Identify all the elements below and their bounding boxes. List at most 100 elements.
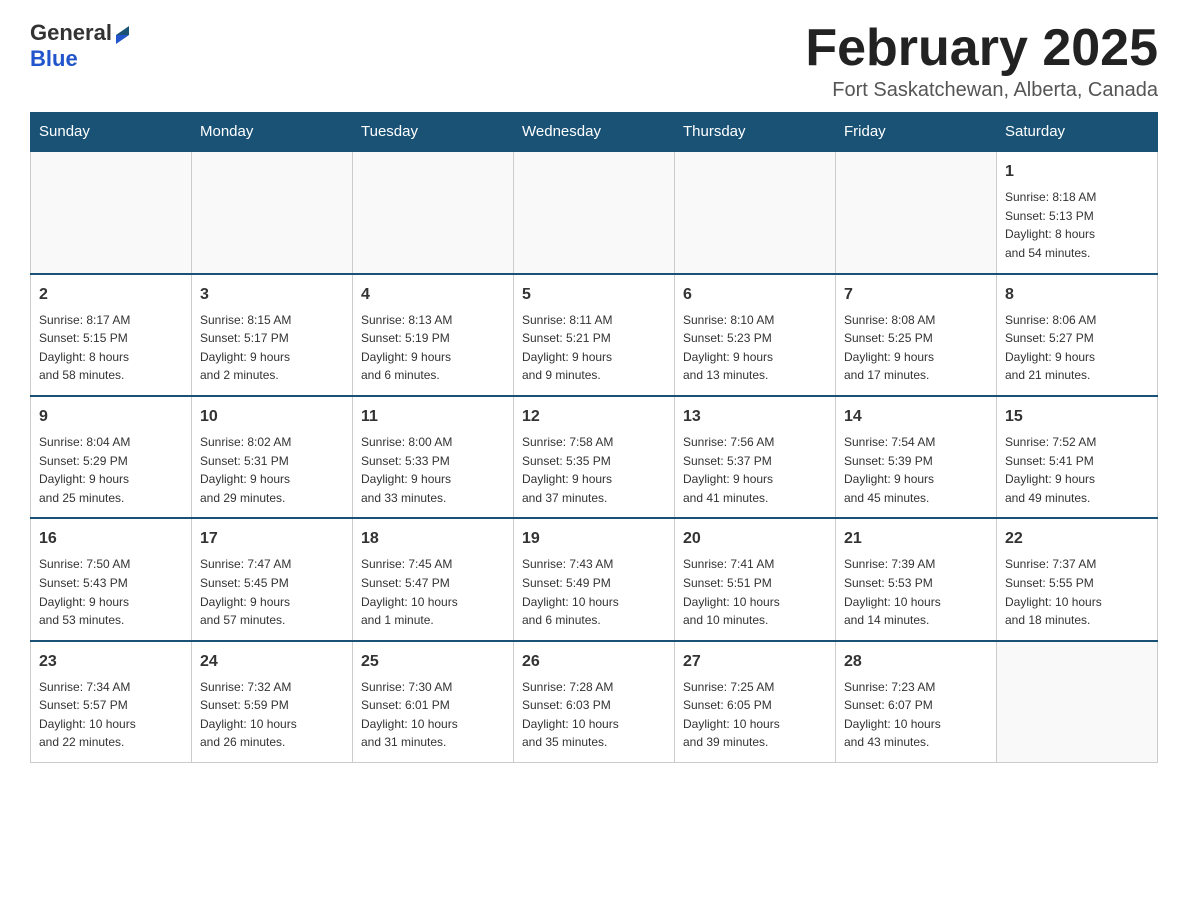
day-info: Sunrise: 7:34 AM Sunset: 5:57 PM Dayligh…: [39, 678, 183, 752]
day-number: 4: [361, 283, 505, 307]
calendar-cell: 10 Sunrise: 8:02 AM Sunset: 5:31 PM Dayli…: [192, 396, 353, 518]
day-info: Sunrise: 8:10 AM Sunset: 5:23 PM Dayligh…: [683, 311, 827, 385]
day-info: Sunrise: 7:50 AM Sunset: 5:43 PM Dayligh…: [39, 555, 183, 629]
day-number: 27: [683, 650, 827, 674]
day-info: Sunrise: 7:39 AM Sunset: 5:53 PM Dayligh…: [844, 555, 988, 629]
day-info: Sunrise: 8:18 AM Sunset: 5:13 PM Dayligh…: [1005, 188, 1149, 262]
calendar-cell: 18Sunrise: 7:45 AM Sunset: 5:47 PM Dayli…: [353, 518, 514, 640]
calendar-cell: [192, 151, 353, 273]
calendar-cell: 13 Sunrise: 7:56 AM Sunset: 5:37 PM Dayli…: [675, 396, 836, 518]
calendar-cell: 15 Sunrise: 7:52 AM Sunset: 5:41 PM Dayli…: [997, 396, 1158, 518]
month-title: February 2025: [805, 20, 1158, 77]
day-info: Sunrise: 8:15 AM Sunset: 5:17 PM Dayligh…: [200, 311, 344, 385]
day-info: Sunrise: 7:56 AM Sunset: 5:37 PM Dayligh…: [683, 433, 827, 507]
week-row-1: 1 Sunrise: 8:18 AM Sunset: 5:13 PM Daylig…: [31, 151, 1158, 273]
day-number: 24: [200, 650, 344, 674]
weekday-header-sunday: Sunday: [31, 113, 192, 152]
day-number: 10: [200, 405, 344, 429]
calendar-cell: 19 Sunrise: 7:43 AM Sunset: 5:49 PM Dayli…: [514, 518, 675, 640]
week-row-2: 2 Sunrise: 8:17 AM Sunset: 5:15 PM Daylig…: [31, 274, 1158, 396]
calendar-cell: [836, 151, 997, 273]
day-info: Sunrise: 8:13 AM Sunset: 5:19 PM Dayligh…: [361, 311, 505, 385]
day-number: 15: [1005, 405, 1149, 429]
day-info: Sunrise: 8:04 AM Sunset: 5:29 PM Dayligh…: [39, 433, 183, 507]
day-number: 20: [683, 527, 827, 551]
day-number: 23: [39, 650, 183, 674]
day-info: Sunrise: 8:17 AM Sunset: 5:15 PM Dayligh…: [39, 311, 183, 385]
calendar-body: 1 Sunrise: 8:18 AM Sunset: 5:13 PM Daylig…: [31, 151, 1158, 762]
page-header: General Blue February 2025 Fort Saskatch…: [30, 20, 1158, 102]
weekday-header-tuesday: Tuesday: [353, 113, 514, 152]
day-info: Sunrise: 7:54 AM Sunset: 5:39 PM Dayligh…: [844, 433, 988, 507]
day-number: 14: [844, 405, 988, 429]
calendar-cell: 28Sunrise: 7:23 AM Sunset: 6:07 PM Dayli…: [836, 641, 997, 763]
calendar-cell: [31, 151, 192, 273]
day-number: 1: [1005, 160, 1149, 184]
weekday-header-thursday: Thursday: [675, 113, 836, 152]
calendar-cell: 8 Sunrise: 8:06 AM Sunset: 5:27 PM Daylig…: [997, 274, 1158, 396]
day-info: Sunrise: 7:32 AM Sunset: 5:59 PM Dayligh…: [200, 678, 344, 752]
day-info: Sunrise: 8:02 AM Sunset: 5:31 PM Dayligh…: [200, 433, 344, 507]
week-row-5: 23 Sunrise: 7:34 AM Sunset: 5:57 PM Dayli…: [31, 641, 1158, 763]
calendar-cell: 2 Sunrise: 8:17 AM Sunset: 5:15 PM Daylig…: [31, 274, 192, 396]
day-info: Sunrise: 8:00 AM Sunset: 5:33 PM Dayligh…: [361, 433, 505, 507]
calendar-cell: 23 Sunrise: 7:34 AM Sunset: 5:57 PM Dayli…: [31, 641, 192, 763]
title-block: February 2025 Fort Saskatchewan, Alberta…: [805, 20, 1158, 102]
calendar-cell: 24 Sunrise: 7:32 AM Sunset: 5:59 PM Dayli…: [192, 641, 353, 763]
day-info: Sunrise: 8:11 AM Sunset: 5:21 PM Dayligh…: [522, 311, 666, 385]
location-text: Fort Saskatchewan, Alberta, Canada: [805, 79, 1158, 102]
day-number: 6: [683, 283, 827, 307]
calendar-cell: 4 Sunrise: 8:13 AM Sunset: 5:19 PM Daylig…: [353, 274, 514, 396]
calendar-cell: 5 Sunrise: 8:11 AM Sunset: 5:21 PM Daylig…: [514, 274, 675, 396]
day-number: 16: [39, 527, 183, 551]
day-number: 12: [522, 405, 666, 429]
logo-blue-text: Blue: [30, 46, 78, 72]
day-number: 21: [844, 527, 988, 551]
day-number: 25: [361, 650, 505, 674]
calendar-cell: 6 Sunrise: 8:10 AM Sunset: 5:23 PM Daylig…: [675, 274, 836, 396]
day-info: Sunrise: 7:43 AM Sunset: 5:49 PM Dayligh…: [522, 555, 666, 629]
calendar-table: SundayMondayTuesdayWednesdayThursdayFrid…: [30, 112, 1158, 763]
calendar-cell: 11Sunrise: 8:00 AM Sunset: 5:33 PM Dayli…: [353, 396, 514, 518]
day-number: 13: [683, 405, 827, 429]
calendar-cell: [997, 641, 1158, 763]
day-number: 2: [39, 283, 183, 307]
calendar-cell: 17 Sunrise: 7:47 AM Sunset: 5:45 PM Dayli…: [192, 518, 353, 640]
week-row-3: 9Sunrise: 8:04 AM Sunset: 5:29 PM Daylig…: [31, 396, 1158, 518]
calendar-cell: [514, 151, 675, 273]
calendar-cell: 25 Sunrise: 7:30 AM Sunset: 6:01 PM Dayli…: [353, 641, 514, 763]
calendar-header: SundayMondayTuesdayWednesdayThursdayFrid…: [31, 113, 1158, 152]
day-info: Sunrise: 7:58 AM Sunset: 5:35 PM Dayligh…: [522, 433, 666, 507]
day-number: 18: [361, 527, 505, 551]
day-number: 5: [522, 283, 666, 307]
day-info: Sunrise: 7:30 AM Sunset: 6:01 PM Dayligh…: [361, 678, 505, 752]
day-number: 22: [1005, 527, 1149, 551]
calendar-cell: 20 Sunrise: 7:41 AM Sunset: 5:51 PM Dayli…: [675, 518, 836, 640]
calendar-cell: 26 Sunrise: 7:28 AM Sunset: 6:03 PM Dayli…: [514, 641, 675, 763]
day-number: 7: [844, 283, 988, 307]
day-number: 3: [200, 283, 344, 307]
weekday-header-row: SundayMondayTuesdayWednesdayThursdayFrid…: [31, 113, 1158, 152]
day-info: Sunrise: 7:37 AM Sunset: 5:55 PM Dayligh…: [1005, 555, 1149, 629]
day-number: 17: [200, 527, 344, 551]
day-info: Sunrise: 7:25 AM Sunset: 6:05 PM Dayligh…: [683, 678, 827, 752]
week-row-4: 16 Sunrise: 7:50 AM Sunset: 5:43 PM Dayli…: [31, 518, 1158, 640]
calendar-cell: [675, 151, 836, 273]
calendar-cell: [353, 151, 514, 273]
calendar-cell: 21 Sunrise: 7:39 AM Sunset: 5:53 PM Dayli…: [836, 518, 997, 640]
calendar-cell: 22 Sunrise: 7:37 AM Sunset: 5:55 PM Dayli…: [997, 518, 1158, 640]
day-info: Sunrise: 7:52 AM Sunset: 5:41 PM Dayligh…: [1005, 433, 1149, 507]
weekday-header-wednesday: Wednesday: [514, 113, 675, 152]
day-number: 26: [522, 650, 666, 674]
day-info: Sunrise: 7:41 AM Sunset: 5:51 PM Dayligh…: [683, 555, 827, 629]
day-info: Sunrise: 8:06 AM Sunset: 5:27 PM Dayligh…: [1005, 311, 1149, 385]
calendar-cell: 1 Sunrise: 8:18 AM Sunset: 5:13 PM Daylig…: [997, 151, 1158, 273]
weekday-header-monday: Monday: [192, 113, 353, 152]
calendar-cell: 27 Sunrise: 7:25 AM Sunset: 6:05 PM Dayli…: [675, 641, 836, 763]
day-info: Sunrise: 7:28 AM Sunset: 6:03 PM Dayligh…: [522, 678, 666, 752]
day-number: 19: [522, 527, 666, 551]
day-number: 28: [844, 650, 988, 674]
weekday-header-friday: Friday: [836, 113, 997, 152]
day-info: Sunrise: 7:47 AM Sunset: 5:45 PM Dayligh…: [200, 555, 344, 629]
day-number: 8: [1005, 283, 1149, 307]
